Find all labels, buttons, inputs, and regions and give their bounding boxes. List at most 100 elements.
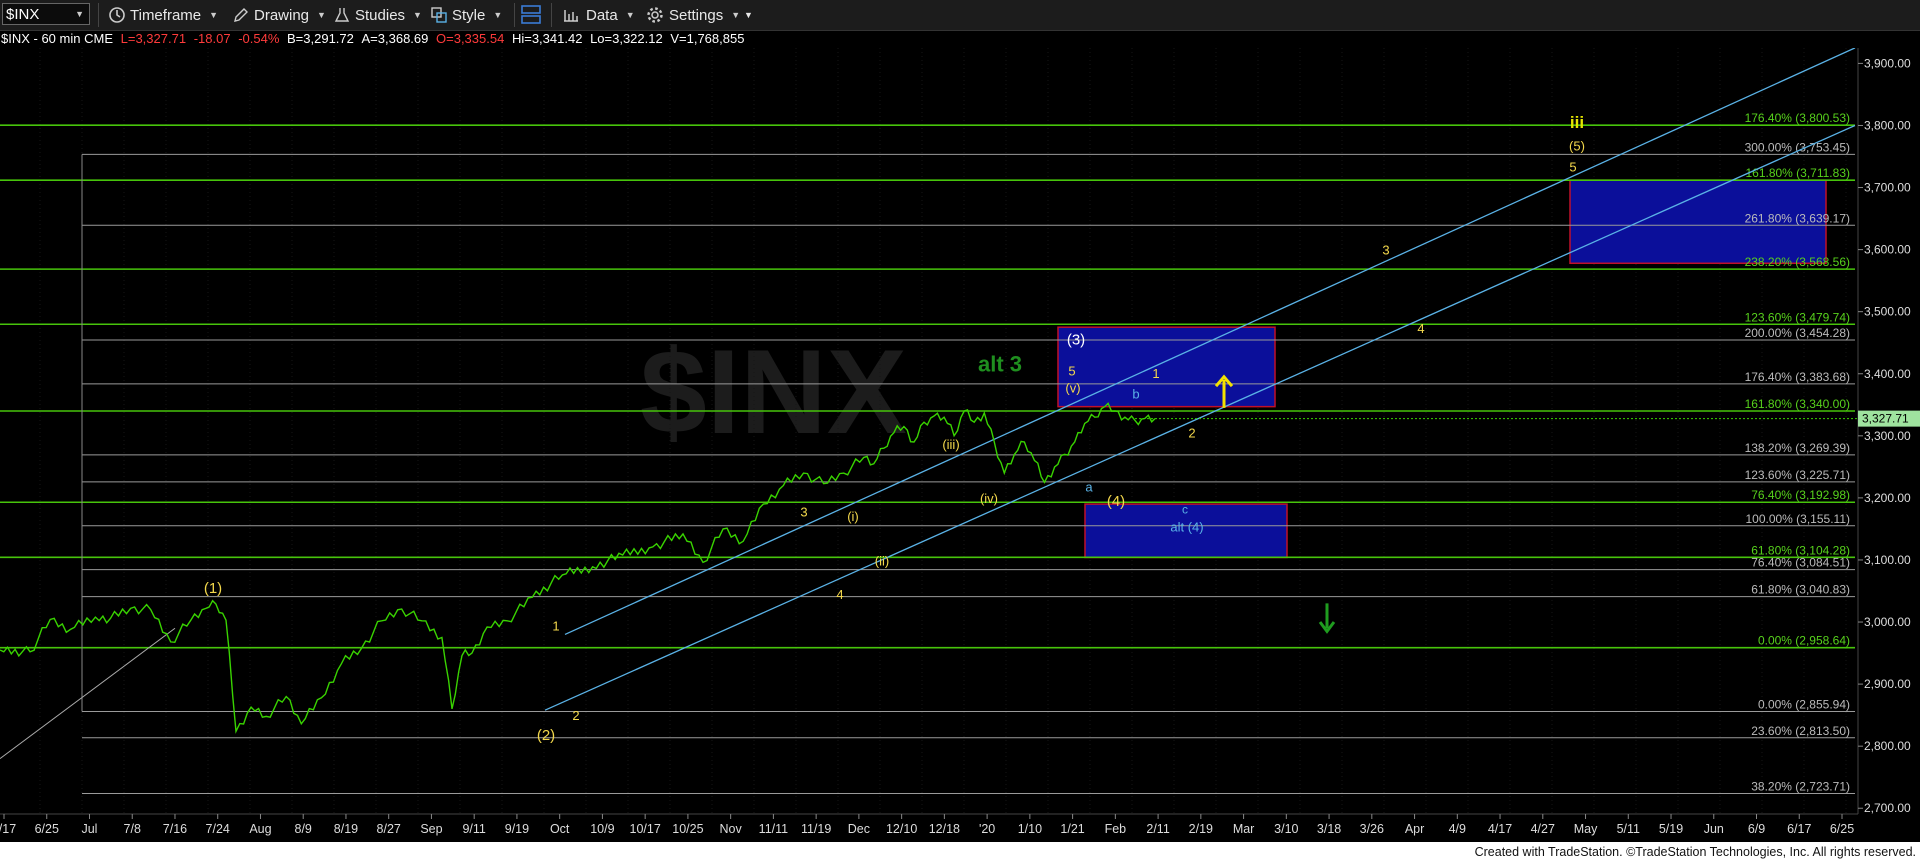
wave-label: (v) xyxy=(1065,380,1080,395)
pencil-icon xyxy=(234,8,248,22)
studies-label: Studies xyxy=(355,6,406,24)
symbol-selector[interactable]: $INX ▼ xyxy=(2,3,90,25)
date-tick-label: 7/8 xyxy=(124,822,141,836)
fib-label: 0.00% (2,958.64) xyxy=(1758,634,1850,648)
date-tick-label: Mar xyxy=(1233,822,1255,836)
price-tick-label: 3,000.00 xyxy=(1864,615,1911,629)
date-tick-label: 3/18 xyxy=(1317,822,1341,836)
drawing-button[interactable]: Drawing ▼ xyxy=(232,3,326,27)
layout-icon xyxy=(521,5,541,24)
date-tick-label: 6/25 xyxy=(1830,822,1854,836)
wave-label: (iv) xyxy=(980,491,998,506)
layout-button[interactable] xyxy=(520,3,542,27)
chevron-down-icon: ▼ xyxy=(493,10,503,20)
date-tick-label: 1/21 xyxy=(1060,822,1084,836)
fib-label: 161.80% (3,711.83) xyxy=(1745,166,1850,180)
timeframe-button[interactable]: Timeframe ▼ xyxy=(108,3,218,27)
price-series-line xyxy=(0,402,1156,734)
footer: Created with TradeStation. ©TradeStation… xyxy=(0,842,1920,862)
price-tick-label: 3,800.00 xyxy=(1864,118,1911,132)
wave-label: (4) xyxy=(1107,493,1125,510)
wave-label: 2 xyxy=(572,708,579,723)
date-tick-label: 7/16 xyxy=(163,822,187,836)
date-tick-label: 6/25 xyxy=(35,822,59,836)
settings-button[interactable]: Settings ▼ xyxy=(646,3,740,27)
date-tick-label: Feb xyxy=(1105,822,1127,836)
wave-label: 4 xyxy=(836,587,843,602)
wave-label: (ii) xyxy=(875,554,889,569)
wave-label: 1 xyxy=(1152,366,1159,381)
clock-icon xyxy=(109,7,125,23)
fib-label: 38.20% (2,723.71) xyxy=(1751,780,1850,794)
price-chart[interactable]: $INX 3,900.00 3,800.00 3,700.00 3,600.00 3,50… xyxy=(0,48,1920,842)
wave-label: 3 xyxy=(1382,243,1389,258)
open: O=3,335.54 xyxy=(436,31,505,46)
chevron-down-icon: ▼ xyxy=(317,10,326,20)
fib-label: 61.80% (3,040.83) xyxy=(1751,583,1850,597)
date-tick-label: May xyxy=(1574,822,1598,836)
price-tick-label: 3,400.00 xyxy=(1864,367,1911,381)
studies-button[interactable]: Studies ▼ xyxy=(333,3,422,27)
price-tick-label: 3,100.00 xyxy=(1864,553,1911,567)
price-tick-label: 2,900.00 xyxy=(1864,677,1911,691)
fib-label: 176.40% (3,800.53) xyxy=(1745,111,1850,125)
date-tick-label: 10/17 xyxy=(630,822,661,836)
fib-label: 300.00% (3,753.45) xyxy=(1745,140,1850,154)
low: Lo=3,322.12 xyxy=(590,31,663,46)
fib-label: 138.20% (3,269.39) xyxy=(1745,441,1850,455)
fib-label: 123.60% (3,479.74) xyxy=(1745,310,1850,324)
date-tick-label: 4/17 xyxy=(1488,822,1512,836)
date-tick-label: Oct xyxy=(550,822,570,836)
date-tick-label: 9/11 xyxy=(462,822,485,836)
toolbar-divider xyxy=(98,3,99,27)
fib-label: 76.40% (3,192.98) xyxy=(1751,488,1850,502)
gear-icon xyxy=(647,7,663,23)
chevron-down-icon: ▼ xyxy=(731,10,741,20)
fib-label: 100.00% (3,155.11) xyxy=(1745,512,1850,526)
date-tick-label: Jul xyxy=(81,822,97,836)
more-caret-icon[interactable]: ▼ xyxy=(744,3,753,27)
date-tick-label: 5/19 xyxy=(1659,822,1683,836)
wave-label: 1 xyxy=(552,619,559,634)
price-tick-label: 3,700.00 xyxy=(1864,181,1911,195)
fib-label: 161.80% (3,340.00) xyxy=(1745,397,1850,411)
price-tick-label: 3,900.00 xyxy=(1864,56,1911,70)
price-tick-label: 3,200.00 xyxy=(1864,491,1911,505)
date-tick-label: 6/9 xyxy=(1748,822,1765,836)
fib-label: 76.40% (3,084.51) xyxy=(1751,556,1850,570)
copyright-text: Created with TradeStation. ©TradeStation… xyxy=(1474,845,1916,859)
price-tick-label: 3,500.00 xyxy=(1864,305,1911,319)
price-tick-label: 3,600.00 xyxy=(1864,243,1911,257)
ask: A=3,368.69 xyxy=(361,31,429,46)
chevron-down-icon: ▼ xyxy=(625,10,635,20)
toolbar-divider xyxy=(514,3,515,27)
date-tick-label: 2/11 xyxy=(1146,822,1169,836)
date-tick-label: 3/10 xyxy=(1274,822,1298,836)
style-button[interactable]: Style ▼ xyxy=(430,3,502,27)
toolbar-divider xyxy=(551,3,552,27)
high: Hi=3,341.42 xyxy=(511,31,583,46)
data-button[interactable]: Data ▼ xyxy=(562,3,635,27)
quote-info-line: $INX - 60 min CME L=3,327.71 -18.07 -0.5… xyxy=(1,31,744,47)
price-tick-label: 3,300.00 xyxy=(1864,429,1911,443)
down-arrow-icon xyxy=(1318,603,1336,634)
wave-label: 2 xyxy=(1188,426,1195,441)
date-tick-label: Aug xyxy=(249,822,271,836)
wave-label: b xyxy=(1132,387,1139,402)
drawing-label: Drawing xyxy=(254,6,310,24)
date-tick-label: 6/17 xyxy=(1787,822,1811,836)
date-tick-label: 11/11 xyxy=(759,822,788,836)
date-tick-label: Apr xyxy=(1405,822,1424,836)
fib-label: 0.00% (2,855.94) xyxy=(1758,697,1850,711)
date-tick-label: 3/26 xyxy=(1360,822,1384,836)
date-tick-label: 1/10 xyxy=(1018,822,1042,836)
date-tick-label: 8/9 xyxy=(295,822,312,836)
date-tick-label: Dec xyxy=(848,822,870,836)
wave-label: a xyxy=(1085,480,1093,495)
wave-label: (3) xyxy=(1067,332,1085,349)
date-tick-label: 11/19 xyxy=(801,822,831,836)
date-tick-label: 12/18 xyxy=(929,822,960,836)
pct-change: -0.54% xyxy=(238,31,280,46)
wave-label: alt 3 xyxy=(978,351,1022,376)
date-tick-label: Sep xyxy=(420,822,442,836)
